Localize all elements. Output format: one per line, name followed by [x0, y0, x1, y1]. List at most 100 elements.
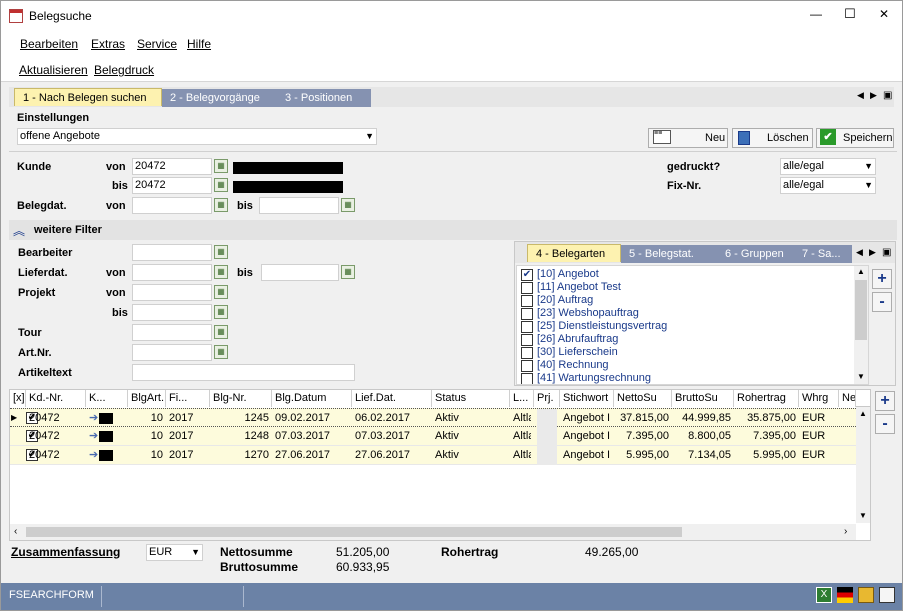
tab-belegstat[interactable]: 5 - Belegstat.	[621, 245, 717, 263]
minimize-button[interactable]: —	[801, 7, 831, 21]
belegdat-von-calendar-icon[interactable]: ▦	[214, 198, 228, 212]
maximize-button[interactable]: ☐	[835, 6, 865, 22]
artnr-picker-icon[interactable]: ▦	[214, 345, 228, 359]
tour-picker-icon[interactable]: ▦	[214, 325, 228, 339]
aktualisieren-button[interactable]: Aktualisieren	[19, 63, 88, 77]
artikeltext-input[interactable]	[132, 364, 355, 381]
collapse-icon[interactable]: ︽	[13, 222, 25, 239]
belegart-checkbox[interactable]	[521, 308, 533, 320]
tab-gruppen[interactable]: 6 - Gruppen	[717, 245, 794, 263]
table-row[interactable]: ✔ 20472 ➔ 10 2017 1270 27.06.2017 27.06.2017 Akt…	[10, 446, 856, 465]
subtab-right-icon[interactable]: ▶	[869, 247, 876, 258]
scroll-up-icon[interactable]: ▲	[857, 267, 865, 276]
belegdat-bis-input[interactable]	[259, 197, 339, 214]
belegart-checkbox[interactable]	[521, 334, 533, 346]
speichern-button[interactable]: ✔ Speichern	[816, 128, 894, 148]
column-header[interactable]: K...	[86, 390, 128, 407]
h-scroll-thumb[interactable]	[26, 527, 682, 537]
projekt-bis-picker-icon[interactable]: ▦	[214, 305, 228, 319]
list-scrollbar[interactable]: ▲ ▼	[854, 266, 868, 384]
belegart-checkbox[interactable]: ✔	[521, 269, 533, 281]
chevron-down-icon[interactable]: ▼	[864, 178, 873, 193]
bearbeiter-input[interactable]	[132, 244, 212, 261]
chevron-down-icon[interactable]: ▼	[365, 129, 374, 144]
add-row-button[interactable]: +	[875, 391, 895, 411]
tab-menu-icon[interactable]: ▣	[883, 90, 892, 101]
lock-icon[interactable]	[858, 587, 874, 603]
belegart-checkbox[interactable]	[521, 347, 533, 359]
column-header[interactable]: Lief.Dat.	[352, 390, 432, 407]
remove-row-button[interactable]: -	[875, 414, 895, 434]
neu-button[interactable]: ≡≡ Neu	[648, 128, 728, 148]
subtab-menu-icon[interactable]: ▣	[882, 247, 891, 258]
close-button[interactable]: ✕	[869, 7, 899, 21]
einstellungen-select[interactable]: offene Angebote ▼	[17, 128, 377, 145]
scroll-right-icon[interactable]: ›	[844, 526, 847, 537]
scroll-down-icon[interactable]: ▼	[859, 511, 867, 520]
column-header[interactable]: Prj.	[534, 390, 560, 407]
tab-scroll-left-icon[interactable]: ◀	[857, 90, 864, 101]
grid-vscrollbar[interactable]: ▲ ▼	[856, 407, 870, 523]
scroll-left-icon[interactable]: ‹	[14, 526, 17, 537]
lieferdat-bis-input[interactable]	[261, 264, 339, 281]
tab-scroll-right-icon[interactable]: ▶	[870, 90, 877, 101]
weitere-filter-header[interactable]: ︽ weitere Filter	[9, 220, 897, 240]
column-header[interactable]: Blg-Nr.	[210, 390, 272, 407]
table-row[interactable]: ▶✔20472➔...102017124509.02.201706.02.201…	[10, 408, 856, 428]
column-header[interactable]: Whrg	[799, 390, 839, 407]
link-arrow-icon[interactable]: ➔	[89, 412, 98, 424]
artnr-input[interactable]	[132, 344, 212, 361]
belegart-item[interactable]: [26] Abrufauftrag	[521, 333, 851, 346]
projekt-von-input[interactable]	[132, 284, 212, 301]
column-header[interactable]: BlgArt.	[128, 390, 166, 407]
belegart-item[interactable]: [11] Angebot Test	[521, 281, 851, 294]
belegdat-von-input[interactable]	[132, 197, 212, 214]
column-header[interactable]: BruttoSu	[672, 390, 734, 407]
scroll-up-icon[interactable]: ▲	[859, 409, 867, 418]
belegart-item[interactable]: [20] Auftrag	[521, 294, 851, 307]
tab-positionen[interactable]: 3 - Positionen	[277, 89, 371, 107]
belegart-item[interactable]: [25] Dienstleistungsvertrag	[521, 320, 851, 333]
kunde-von-input[interactable]: 20472	[132, 158, 212, 175]
belegart-checkbox[interactable]	[521, 295, 533, 307]
belegart-checkbox[interactable]	[521, 373, 533, 384]
scroll-down-icon[interactable]: ▼	[857, 372, 865, 381]
tab-belegvorgaenge[interactable]: 2 - Belegvorgänge	[162, 89, 277, 107]
bearbeiter-picker-icon[interactable]: ▦	[214, 245, 228, 259]
kunde-bis-input[interactable]: 20472	[132, 177, 212, 194]
chevron-down-icon[interactable]: ▼	[191, 545, 200, 560]
projekt-von-picker-icon[interactable]: ▦	[214, 285, 228, 299]
tab-belegarten[interactable]: 4 - Belegarten	[527, 244, 621, 262]
belegart-item[interactable]: [40] Rechnung	[521, 359, 851, 372]
scroll-thumb[interactable]	[855, 280, 867, 340]
column-header[interactable]: Ne	[839, 390, 856, 407]
lieferdat-von-input[interactable]	[132, 264, 212, 281]
tab-sa[interactable]: 7 - Sa...	[794, 245, 852, 263]
excel-icon[interactable]: X	[816, 587, 832, 603]
menu-hilfe[interactable]: Hilfe	[187, 37, 211, 51]
belegart-checkbox[interactable]	[521, 282, 533, 294]
menu-bearbeiten[interactable]: Bearbeiten	[20, 37, 78, 51]
subtab-left-icon[interactable]: ◀	[856, 247, 863, 258]
fixnr-select[interactable]: alle/egal ▼	[780, 177, 876, 194]
tour-input[interactable]	[132, 324, 212, 341]
column-header[interactable]: Rohertrag	[734, 390, 799, 407]
belegart-checkbox[interactable]	[521, 321, 533, 333]
gedruckt-select[interactable]: alle/egal ▼	[780, 158, 876, 175]
lieferdat-von-calendar-icon[interactable]: ▦	[214, 265, 228, 279]
column-header[interactable]: NettoSu	[614, 390, 672, 407]
belegart-item[interactable]: [23] Webshopauftrag	[521, 307, 851, 320]
table-row[interactable]: ✔20472➔u...102017124807.03.201707.03.201…	[10, 427, 856, 446]
kunde-von-picker-icon[interactable]: ▦	[214, 159, 228, 173]
flag-de-icon[interactable]	[837, 587, 853, 603]
belegart-checkbox[interactable]	[521, 360, 533, 372]
loeschen-button[interactable]: Löschen	[732, 128, 813, 148]
column-header[interactable]: [x]	[10, 390, 26, 407]
currency-select[interactable]: EUR ▼	[146, 544, 203, 561]
belegdruck-button[interactable]: Belegdruck	[94, 63, 154, 77]
kunde-bis-picker-icon[interactable]: ▦	[214, 178, 228, 192]
belegart-item[interactable]: ✔ [10] Angebot	[521, 268, 851, 281]
belegart-item[interactable]: [30] Lieferschein	[521, 346, 851, 359]
belegdat-bis-calendar-icon[interactable]: ▦	[341, 198, 355, 212]
chevron-down-icon[interactable]: ▼	[864, 159, 873, 174]
